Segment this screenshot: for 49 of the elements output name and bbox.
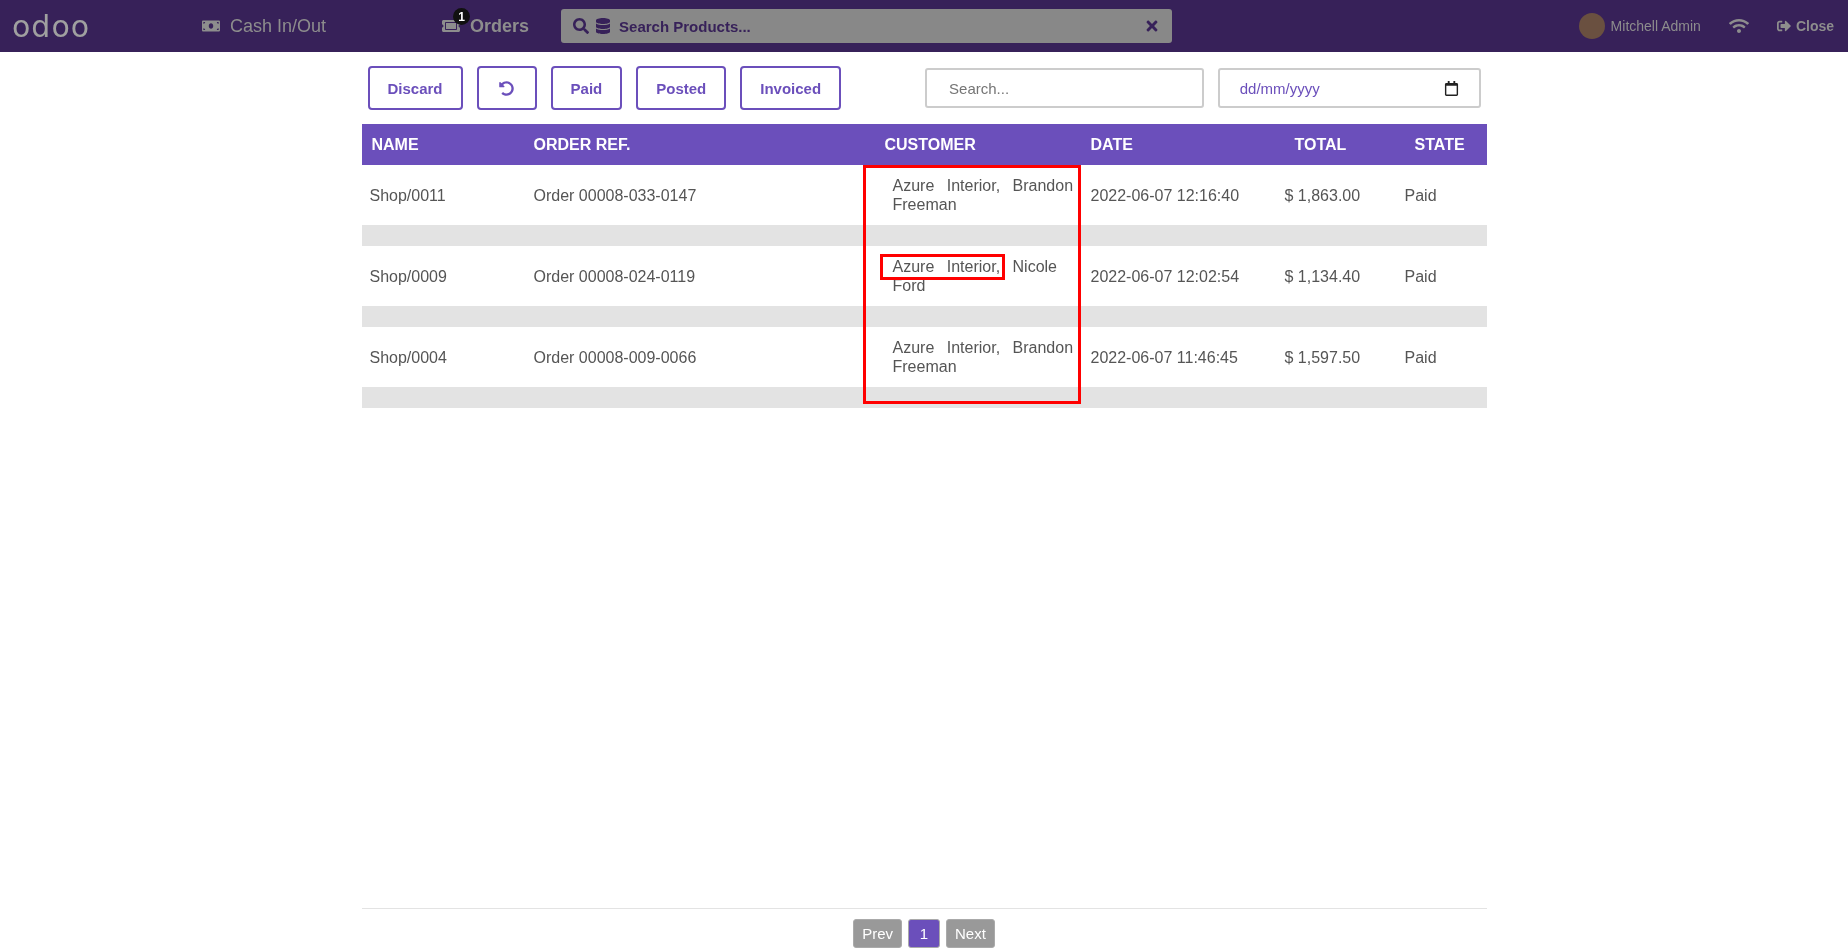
column-header: TOTAL <box>1293 135 1348 154</box>
close-label: Close <box>1795 18 1834 34</box>
table-cell-text: Order 00008-033-0147 <box>533 185 698 205</box>
search-field[interactable]: Search... <box>925 68 1204 108</box>
column-header: ORDER REF. <box>533 135 632 154</box>
sign-out-icon <box>1776 19 1791 33</box>
undo-icon <box>499 80 515 96</box>
table-cell-text: Paid <box>1404 185 1438 205</box>
table-cell-text: Azure Interior, Brandon Freeman <box>891 338 1075 376</box>
table-cell-text: Shop/0011 <box>368 185 447 205</box>
user-name: Mitchell Admin <box>1610 18 1701 34</box>
product-search-field[interactable]: Search Products... <box>561 9 1173 43</box>
count-badge: 1 <box>453 8 470 25</box>
wifi-icon <box>1728 16 1749 36</box>
table-cell-text: Order 00008-024-0119 <box>533 266 697 286</box>
table-cell-text: Shop/0004 <box>368 347 448 367</box>
column-header: STATE <box>1413 135 1466 154</box>
table-cell-text: Azure Interior, Brandon Freeman <box>891 176 1075 214</box>
back-button[interactable] <box>476 66 537 110</box>
table-cell-text: Paid <box>1404 266 1438 286</box>
table-cell-text: 2022-06-07 12:16:40 <box>1090 185 1241 205</box>
column-header: CUSTOMER <box>884 135 977 154</box>
table-cell-text: $ 1,597.50 <box>1284 347 1362 367</box>
column-header: DATE <box>1090 135 1134 154</box>
filter-button[interactable]: Posted <box>636 66 727 110</box>
page-button[interactable]: 1 <box>908 919 940 948</box>
close-button[interactable]: Close <box>1776 18 1834 34</box>
table-cell-text: Shop/0009 <box>368 266 448 286</box>
date-field[interactable]: dd/mm/yyyy <box>1217 68 1481 108</box>
column-header: NAME <box>370 135 420 154</box>
table-cell-text: 2022-06-07 12:02:54 <box>1090 266 1241 286</box>
calendar-icon[interactable] <box>1443 80 1459 96</box>
table-cell-text: Order 00008-009-0066 <box>533 347 698 367</box>
avatar <box>1578 13 1605 39</box>
product-search-input[interactable]: Search Products... <box>617 16 1139 36</box>
table-cell-text: $ 1,863.00 <box>1284 185 1362 205</box>
logo[interactable]: odoo <box>12 8 202 44</box>
database-icon <box>595 18 612 34</box>
orders-label: Orders <box>470 15 530 37</box>
cash-in-out-label: Cash In/Out <box>230 15 327 37</box>
search-icon <box>573 18 590 34</box>
table-cell-text: 2022-06-07 11:46:45 <box>1090 347 1239 367</box>
filter-button[interactable]: Discard <box>367 66 463 110</box>
table-cell-text: Paid <box>1404 347 1438 367</box>
filter-button[interactable]: Paid <box>550 66 623 110</box>
filter-button[interactable]: Invoiced <box>740 66 842 110</box>
user-menu[interactable]: Mitchell Admin <box>1578 13 1701 39</box>
table-cell-text: $ 1,134.40 <box>1284 266 1362 286</box>
cash-in-out-button[interactable]: Cash In/Out <box>202 15 442 37</box>
